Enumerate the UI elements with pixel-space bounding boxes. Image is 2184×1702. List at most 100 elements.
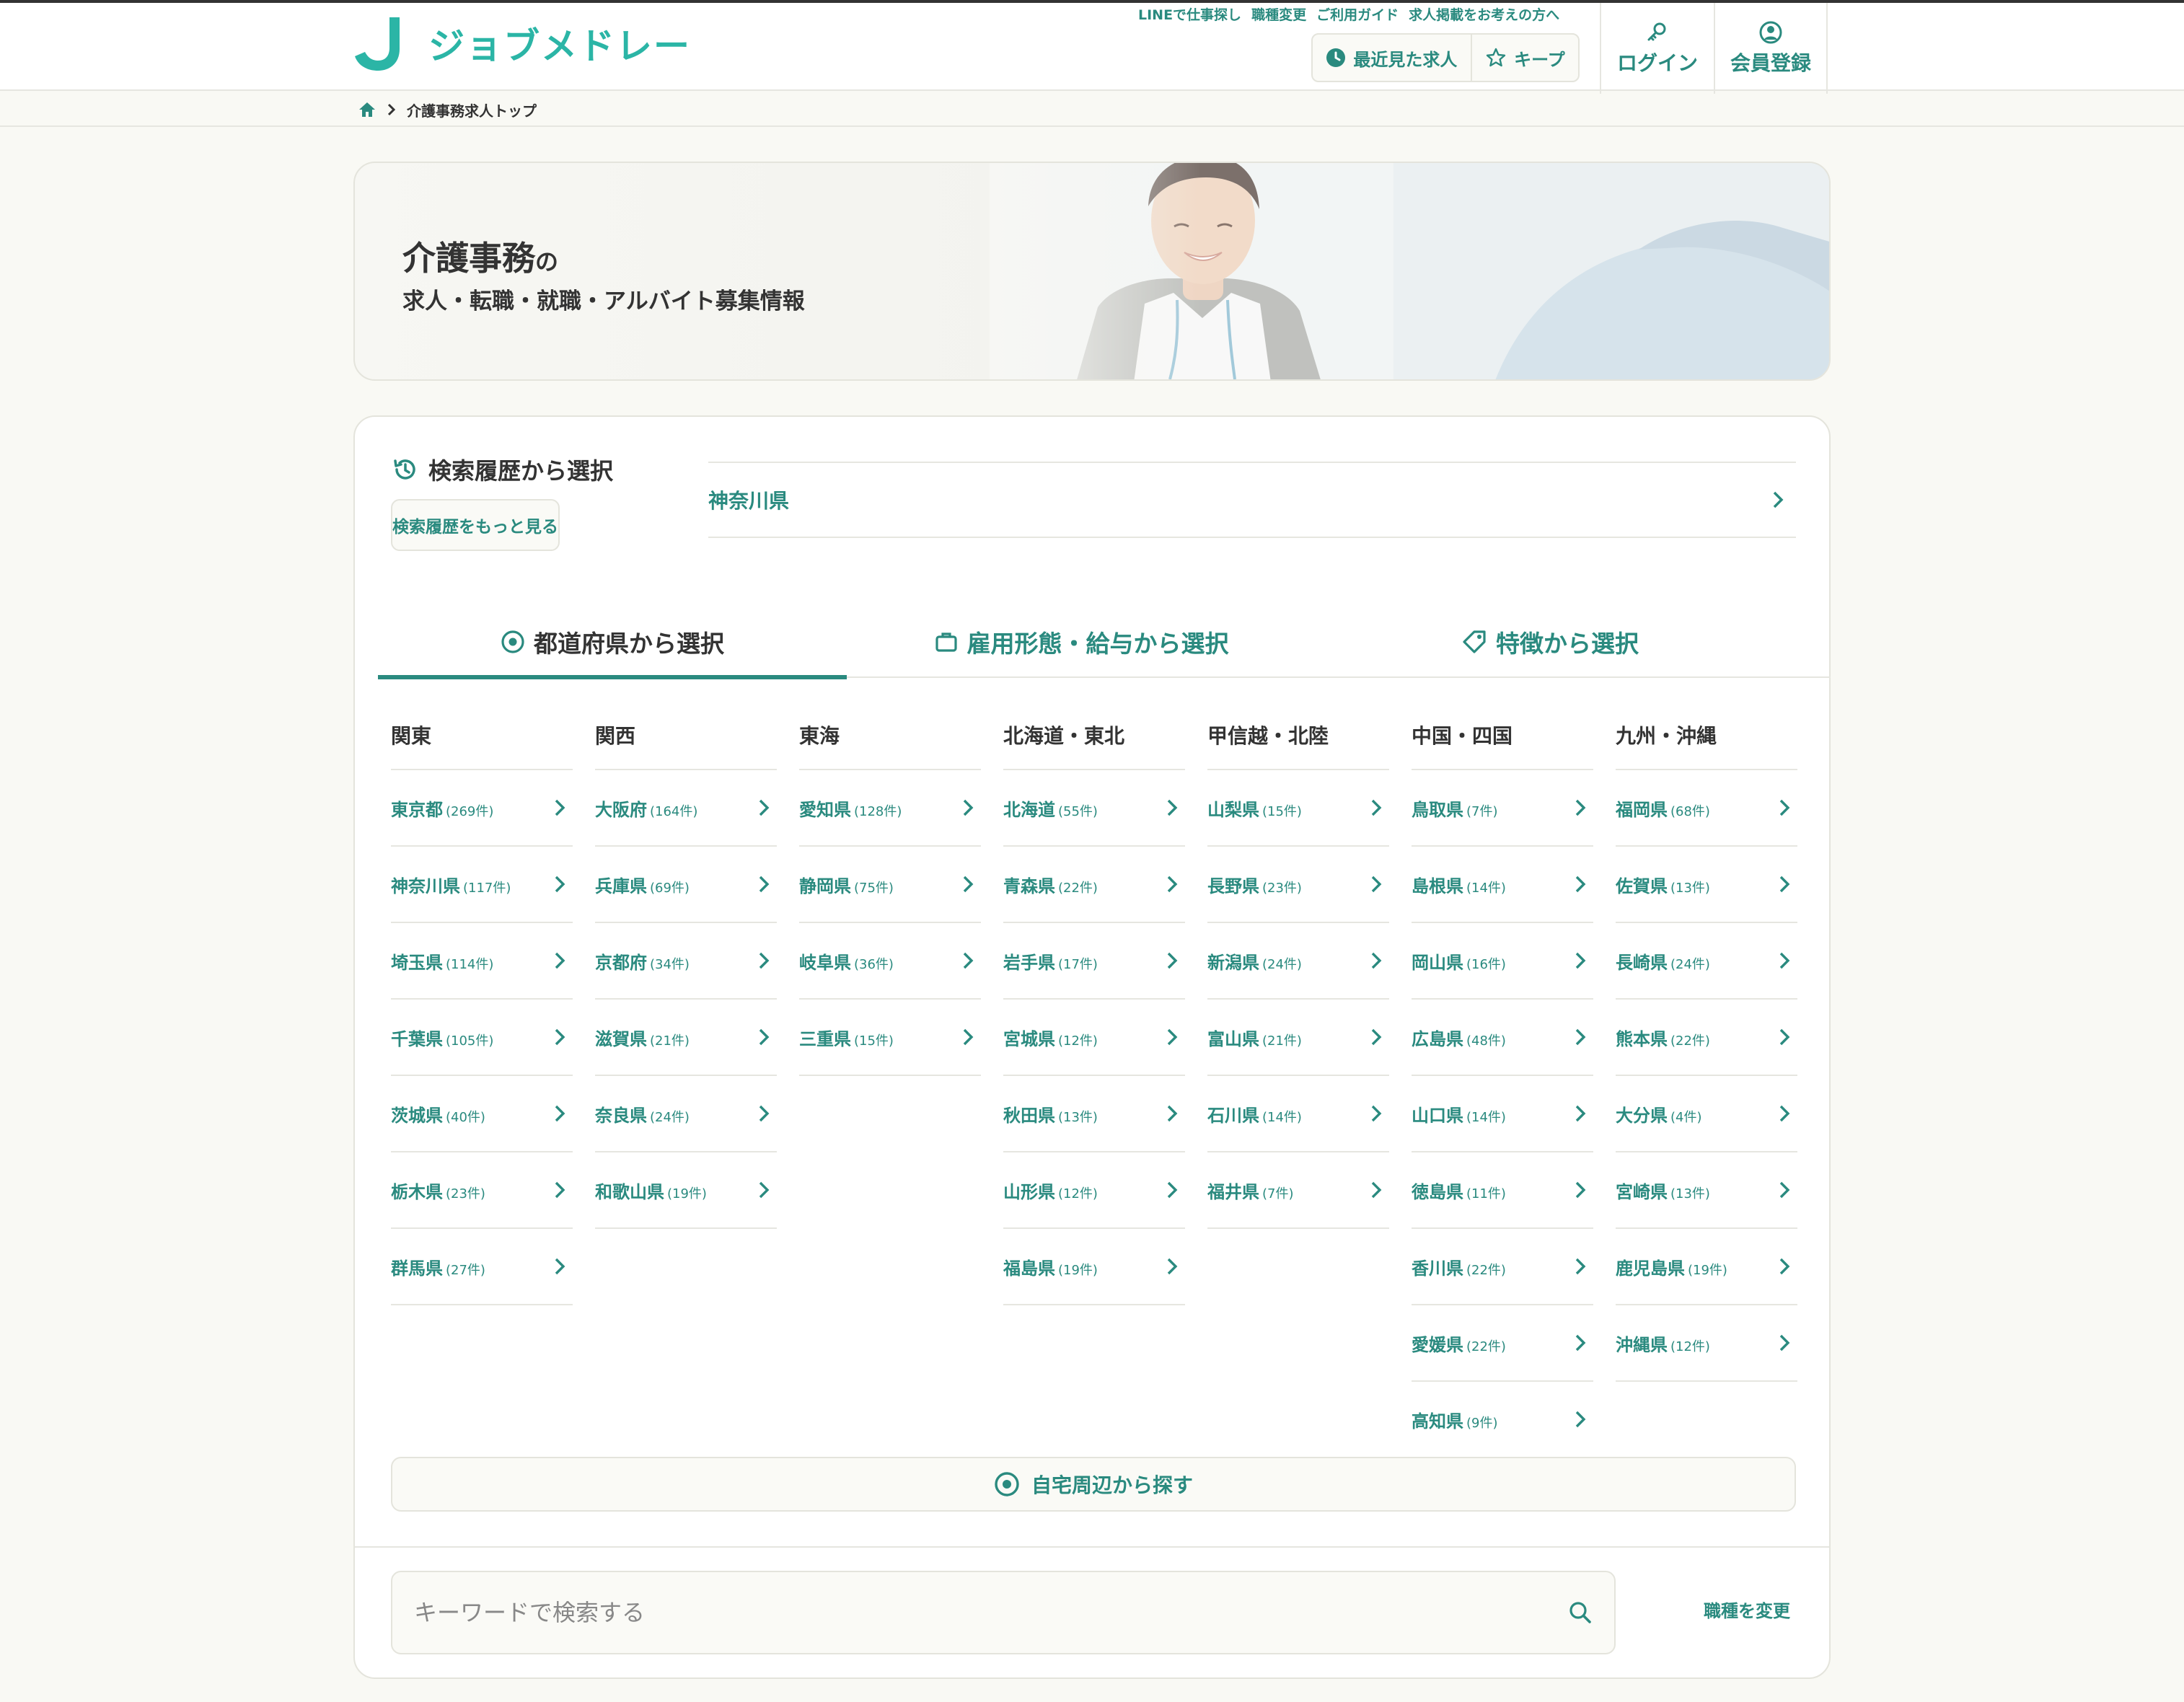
prefecture-link[interactable]: 滋賀県 (21件) [595, 1000, 777, 1076]
region-column: 北海道・東北 北海道 (55件) 青森県 (22件) 岩手県 (17件) 宮城県 (12件) 秋田… [1003, 701, 1185, 1305]
prefecture-link[interactable]: 秋田県 (13件) [1003, 1076, 1185, 1152]
prefecture-link[interactable]: 鹿児島県 (19件) [1616, 1229, 1797, 1305]
logo[interactable]: ジョブメドレー [352, 14, 691, 72]
prefecture-link[interactable]: 岡山県 (16件) [1412, 923, 1593, 1000]
keyword-search-input[interactable] [414, 1599, 1496, 1626]
prefecture-label: 広島県 (48件) [1412, 1025, 1506, 1050]
chevron-right-icon [555, 1181, 565, 1199]
chevron-right-icon [1575, 1334, 1586, 1352]
prefecture-link[interactable]: 広島県 (48件) [1412, 1000, 1593, 1076]
prefecture-link[interactable]: 島根県 (14件) [1412, 847, 1593, 923]
prefecture-link[interactable]: 福井県 (7件) [1207, 1152, 1389, 1229]
prefecture-link[interactable]: 愛媛県 (22件) [1412, 1305, 1593, 1382]
prefecture-link[interactable]: 長野県 (23件) [1207, 847, 1389, 923]
prefecture-link[interactable]: 茨城県 (40件) [391, 1076, 573, 1152]
region-column: 甲信越・北陸 山梨県 (15件) 長野県 (23件) 新潟県 (24件) 富山県 (21件) 石川… [1207, 701, 1389, 1229]
prefecture-link[interactable]: 山形県 (12件) [1003, 1152, 1185, 1229]
tab-prefecture[interactable]: 都道府県から選択 [378, 606, 847, 679]
prefecture-link[interactable]: 新潟県 (24件) [1207, 923, 1389, 1000]
prefecture-count: (105件) [446, 1033, 494, 1049]
prefecture-link[interactable]: 埼玉県 (114件) [391, 923, 573, 1000]
prefecture-label: 長崎県 (24件) [1616, 948, 1710, 974]
prefecture-link[interactable]: 兵庫県 (69件) [595, 847, 777, 923]
prefecture-link[interactable]: 岐阜県 (36件) [799, 923, 981, 1000]
history-title: 検索履歴から選択 [391, 453, 613, 486]
prefecture-link[interactable]: 鳥取県 (7件) [1412, 770, 1593, 847]
prefecture-link[interactable]: 三重県 (15件) [799, 1000, 981, 1076]
chevron-right-icon [759, 952, 770, 969]
chevron-right-icon [1575, 1258, 1586, 1275]
prefecture-link[interactable]: 高知県 (9件) [1412, 1382, 1593, 1458]
top-link-employers[interactable]: 求人掲載をお考えの方へ [1409, 4, 1559, 24]
prefecture-label: 香川県 (22件) [1412, 1254, 1506, 1279]
prefecture-link[interactable]: 岩手県 (17件) [1003, 923, 1185, 1000]
chevron-right-icon [555, 952, 565, 969]
change-job-link[interactable]: 職種を変更 [1704, 1597, 1790, 1622]
chevron-right-icon [1371, 1105, 1382, 1122]
prefecture-link[interactable]: 和歌山県 (19件) [595, 1152, 777, 1229]
prefecture-link[interactable]: 青森県 (22件) [1003, 847, 1185, 923]
prefecture-count: (12件) [1058, 1186, 1098, 1201]
chevron-right-icon [963, 799, 974, 816]
prefecture-link[interactable]: 静岡県 (75件) [799, 847, 981, 923]
prefecture-link[interactable]: 東京都 (269件) [391, 770, 573, 847]
chevron-right-icon [555, 876, 565, 893]
prefecture-link[interactable]: 長崎県 (24件) [1616, 923, 1797, 1000]
prefecture-link[interactable]: 徳島県 (11件) [1412, 1152, 1593, 1229]
top-link-line[interactable]: LINEで仕事探し [1138, 4, 1241, 24]
tab-employment[interactable]: 雇用形態・給与から選択 [847, 606, 1316, 678]
prefecture-count: (19件) [667, 1186, 707, 1201]
prefecture-link[interactable]: 福岡県 (68件) [1616, 770, 1797, 847]
prefecture-link[interactable]: 大阪府 (164件) [595, 770, 777, 847]
region-title: 東海 [799, 701, 981, 770]
history-more-button[interactable]: 検索履歴をもっと見る [391, 499, 560, 551]
prefecture-link[interactable]: 愛知県 (128件) [799, 770, 981, 847]
login-button[interactable]: ログイン [1600, 3, 1714, 94]
prefecture-link[interactable]: 群馬県 (27件) [391, 1229, 573, 1305]
region-column: 東海 愛知県 (128件) 静岡県 (75件) 岐阜県 (36件) 三重県 (15件) [799, 701, 981, 1076]
prefecture-link[interactable]: 神奈川県 (117件) [391, 847, 573, 923]
prefecture-name: 岐阜県 [799, 952, 851, 973]
top-link-change-job[interactable]: 職種変更 [1251, 4, 1306, 24]
prefecture-link[interactable]: 千葉県 (105件) [391, 1000, 573, 1076]
prefecture-label: 千葉県 (105件) [391, 1025, 493, 1050]
prefecture-link[interactable]: 沖縄県 (12件) [1616, 1305, 1797, 1382]
prefecture-link[interactable]: 大分県 (4件) [1616, 1076, 1797, 1152]
prefecture-link[interactable]: 宮崎県 (13件) [1616, 1152, 1797, 1229]
logo-mark-icon [355, 17, 400, 71]
chevron-right-icon [1779, 1258, 1790, 1275]
register-button[interactable]: 会員登録 [1714, 3, 1828, 94]
chevron-right-icon [1167, 876, 1178, 893]
top-link-guide[interactable]: ご利用ガイド [1316, 4, 1399, 24]
prefecture-link[interactable]: 熊本県 (22件) [1616, 1000, 1797, 1076]
chevron-right-icon [759, 876, 770, 893]
breadcrumb-divider [0, 125, 2184, 127]
tab-features[interactable]: 特徴から選択 [1316, 606, 1784, 678]
hero-subtitle: 求人・転職・就職・アルバイト募集情報 [402, 288, 805, 314]
prefecture-link[interactable]: 栃木県 (23件) [391, 1152, 573, 1229]
location-pin-icon [995, 1472, 1019, 1496]
prefecture-link[interactable]: 福島県 (19件) [1003, 1229, 1185, 1305]
prefecture-link[interactable]: 山梨県 (15件) [1207, 770, 1389, 847]
prefecture-link[interactable]: 佐賀県 (13件) [1616, 847, 1797, 923]
prefecture-label: 大分県 (4件) [1616, 1101, 1702, 1126]
prefecture-link[interactable]: 京都府 (34件) [595, 923, 777, 1000]
prefecture-link[interactable]: 宮城県 (12件) [1003, 1000, 1185, 1076]
recent-jobs-button[interactable]: 最近見た求人 [1313, 35, 1472, 81]
recent-keep-group: 最近見た求人 キープ [1311, 33, 1580, 82]
chevron-right-icon [759, 1105, 770, 1122]
prefecture-count: (4件) [1670, 1109, 1702, 1125]
prefecture-link[interactable]: 石川県 (14件) [1207, 1076, 1389, 1152]
prefecture-label: 岩手県 (17件) [1003, 948, 1098, 974]
prefecture-link[interactable]: 富山県 (21件) [1207, 1000, 1389, 1076]
prefecture-link[interactable]: 山口県 (14件) [1412, 1076, 1593, 1152]
search-icon[interactable] [1568, 1600, 1593, 1625]
near-home-button[interactable]: 自宅周辺から探す [391, 1457, 1796, 1512]
keep-button[interactable]: キープ [1472, 35, 1578, 81]
prefecture-link[interactable]: 北海道 (55件) [1003, 770, 1185, 847]
home-icon[interactable] [358, 101, 377, 118]
chevron-right-icon [963, 876, 974, 893]
prefecture-link[interactable]: 奈良県 (24件) [595, 1076, 777, 1152]
prefecture-link[interactable]: 香川県 (22件) [1412, 1229, 1593, 1305]
history-item[interactable]: 神奈川県 [708, 462, 1796, 538]
